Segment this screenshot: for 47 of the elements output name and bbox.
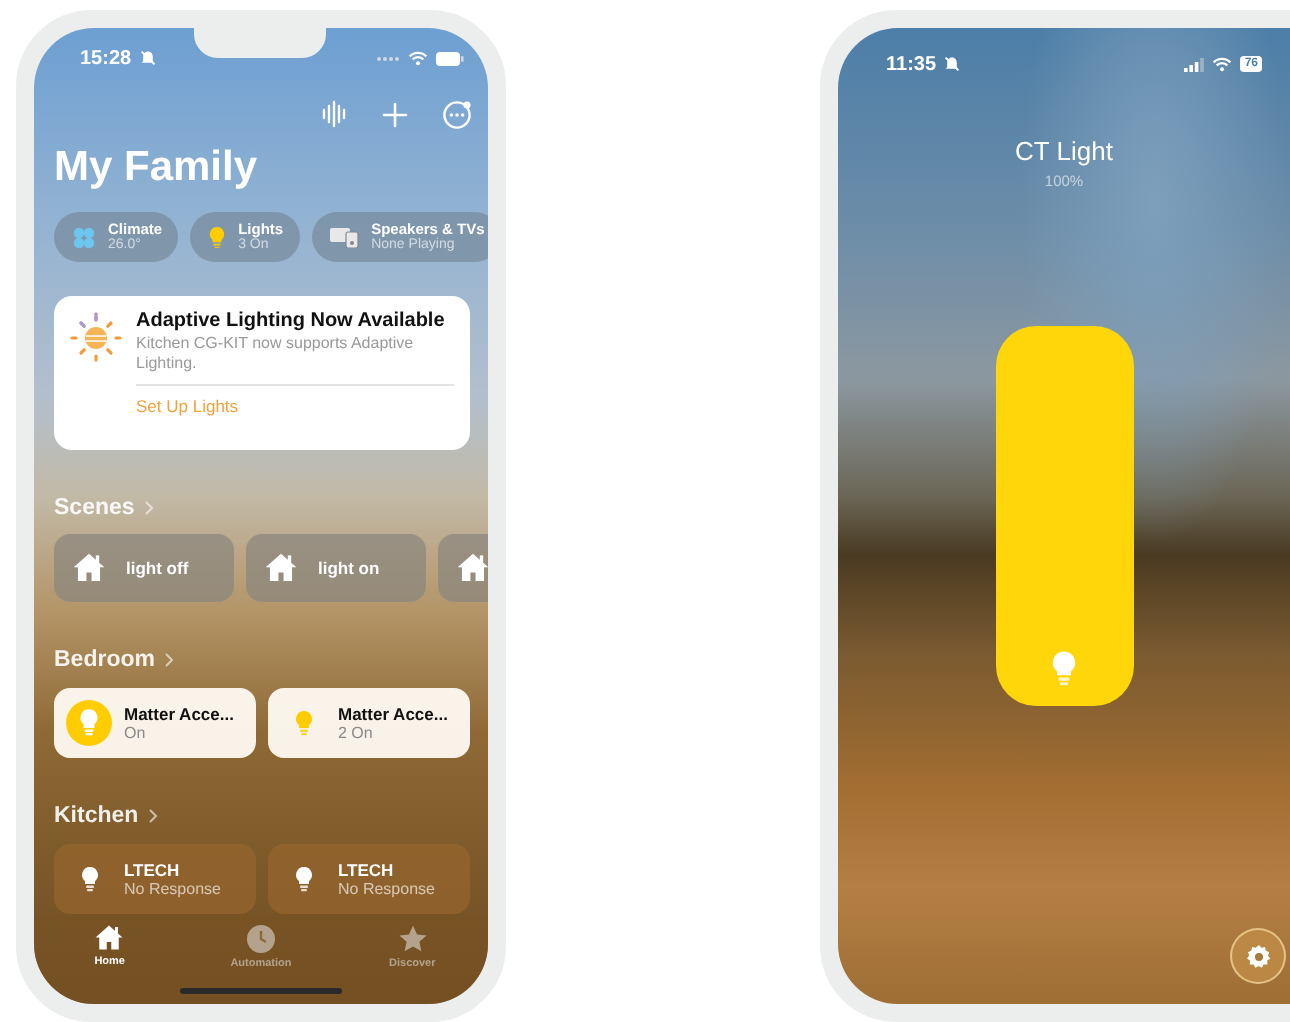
more-icon[interactable] bbox=[442, 99, 472, 129]
status-time: 11:35 bbox=[886, 53, 937, 75]
accessory-tile[interactable]: LTECH No Response bbox=[54, 844, 256, 914]
lightbulb-icon bbox=[293, 710, 313, 736]
speaker-tv-icon bbox=[329, 226, 360, 248]
bell-slash-icon bbox=[139, 50, 156, 66]
settings-icon bbox=[1245, 943, 1271, 969]
chevron-icon bbox=[144, 500, 155, 516]
brightness-slider[interactable] bbox=[995, 326, 1133, 706]
chevron-icon bbox=[164, 652, 175, 668]
plus-icon[interactable] bbox=[382, 101, 408, 127]
wifi-icon bbox=[408, 50, 428, 66]
accessory-tile[interactable]: Matter Acce... 2 On bbox=[268, 688, 470, 758]
fan-icon bbox=[72, 225, 96, 249]
sun-icon bbox=[70, 310, 122, 362]
scene-tile[interactable]: light on bbox=[246, 534, 426, 602]
notice-text: Kitchen CG-KIT now supports Adaptive Lighting. bbox=[136, 334, 416, 374]
battery-icon bbox=[436, 51, 464, 65]
signal-icon bbox=[1184, 57, 1205, 71]
house-icon bbox=[264, 552, 298, 584]
status-time: 15:28 bbox=[80, 47, 132, 69]
star-icon bbox=[397, 924, 428, 954]
lightbulb-icon bbox=[1049, 649, 1077, 686]
accessory-tile[interactable]: Matter Acce... On bbox=[54, 688, 256, 758]
lightbulb-icon bbox=[208, 225, 227, 249]
house-icon bbox=[72, 552, 106, 584]
house-icon bbox=[94, 924, 125, 951]
chevron-icon bbox=[148, 808, 159, 824]
set-up-link[interactable]: Set Up Lights bbox=[136, 396, 454, 418]
phone-notch bbox=[194, 28, 326, 58]
bell-slash-icon bbox=[944, 56, 961, 72]
lightbulb-icon bbox=[293, 866, 313, 892]
signal-dots-icon bbox=[376, 55, 400, 61]
scene-tile[interactable]: light off bbox=[54, 534, 234, 602]
home-title: My Family bbox=[52, 142, 260, 194]
section-title[interactable]: Bedroom bbox=[54, 648, 155, 672]
waveform-icon[interactable] bbox=[320, 100, 348, 128]
notice-title: Adaptive Lighting Now Available bbox=[136, 310, 447, 334]
lightbulb-icon bbox=[79, 866, 99, 892]
house-icon bbox=[456, 552, 488, 584]
section-title[interactable]: Kitchen bbox=[54, 804, 139, 828]
accessory-title: CT Light bbox=[1013, 136, 1115, 168]
accessory-tile[interactable]: LTECH No Response bbox=[268, 844, 470, 914]
wifi-icon bbox=[1212, 56, 1233, 72]
settings-button[interactable] bbox=[1230, 928, 1286, 984]
lightbulb-icon bbox=[66, 700, 112, 746]
section-title[interactable]: Scenes bbox=[54, 496, 135, 520]
